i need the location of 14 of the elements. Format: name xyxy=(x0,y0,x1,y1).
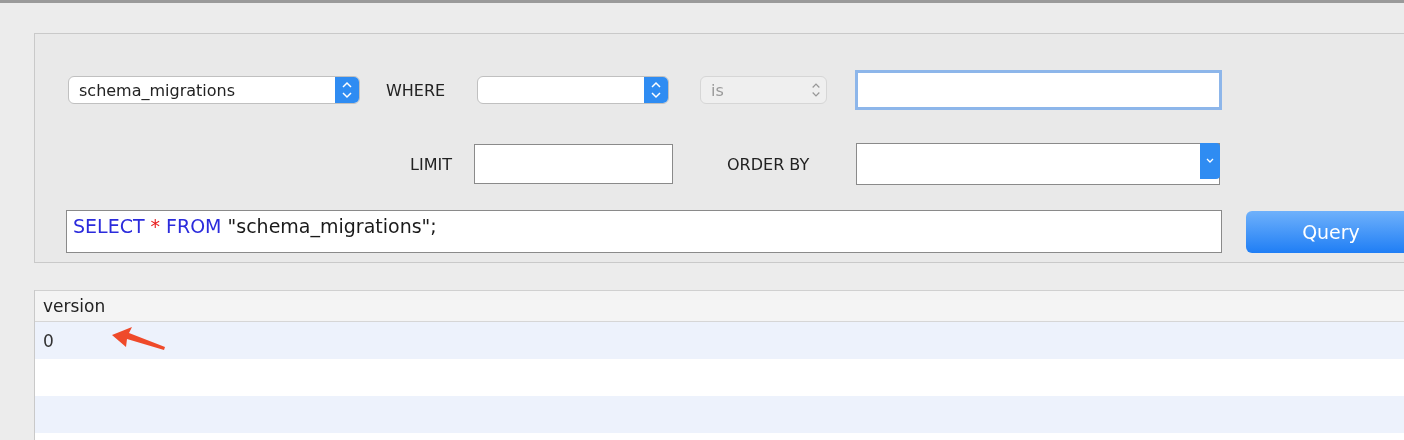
dropdown-tab-icon xyxy=(1200,143,1220,179)
table-select[interactable]: schema_migrations xyxy=(68,76,360,104)
limit-field[interactable] xyxy=(474,144,673,184)
order-by-field[interactable] xyxy=(856,143,1220,185)
stepper-icon xyxy=(335,77,359,103)
where-column-select[interactable] xyxy=(477,76,669,104)
sql-field[interactable]: SELECT * FROM "schema_migrations"; xyxy=(66,210,1222,253)
order-by-label: ORDER BY xyxy=(727,154,811,174)
limit-label: LIMIT xyxy=(410,154,453,174)
table-cell: 0 xyxy=(43,330,54,351)
stepper-icon xyxy=(644,77,668,103)
column-header-text: version xyxy=(43,296,106,316)
where-value-field[interactable] xyxy=(855,70,1222,110)
where-label: WHERE xyxy=(386,80,447,100)
